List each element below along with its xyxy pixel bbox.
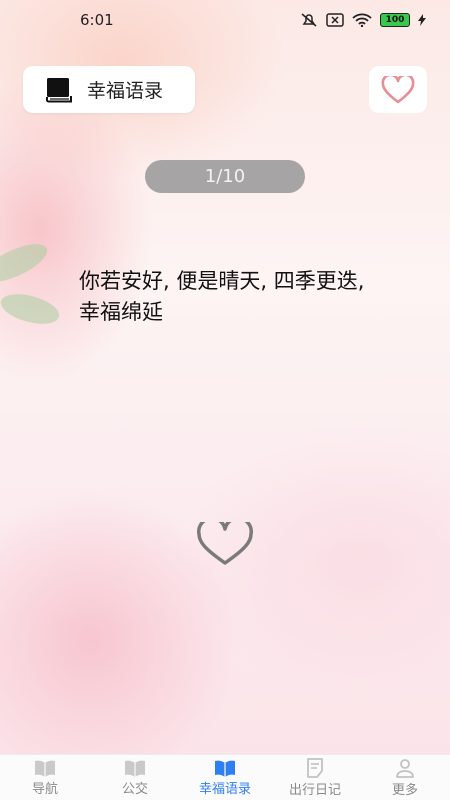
heart-outline-icon xyxy=(197,516,253,565)
book-open-icon xyxy=(215,760,235,777)
mute-icon xyxy=(301,13,317,27)
favorite-button[interactable] xyxy=(369,66,427,113)
tab-bus[interactable]: 公交 xyxy=(90,755,180,800)
bottom-tab-bar: 导航 公交 幸福语录 出行日记 更多 xyxy=(0,754,450,800)
tab-navigation[interactable]: 导航 xyxy=(0,755,90,800)
title-card[interactable]: 幸福语录 xyxy=(23,66,195,113)
note-icon xyxy=(307,757,323,778)
tab-label: 出行日记 xyxy=(288,782,341,798)
status-icons: 100 xyxy=(300,12,426,28)
book-open-icon xyxy=(125,760,145,777)
like-button[interactable] xyxy=(196,516,254,566)
tab-travel-diary[interactable]: 出行日记 xyxy=(270,755,360,800)
page-title: 幸福语录 xyxy=(87,80,164,102)
tab-label: 导航 xyxy=(31,781,58,797)
tab-label: 公交 xyxy=(121,781,148,797)
background xyxy=(0,0,450,800)
tab-label: 幸福语录 xyxy=(198,781,251,797)
tab-more[interactable]: 更多 xyxy=(360,755,450,800)
leaf-decoration xyxy=(0,236,53,290)
user-icon xyxy=(396,758,414,778)
leaf-decoration xyxy=(0,288,63,330)
sim-off-icon xyxy=(326,13,344,27)
heart-icon xyxy=(381,75,415,103)
book-icon xyxy=(46,77,72,102)
tab-happiness-quotes[interactable]: 幸福语录 xyxy=(180,755,270,800)
tab-label: 更多 xyxy=(391,782,418,798)
page-counter: 1/10 xyxy=(145,160,305,193)
book-open-icon xyxy=(35,760,55,777)
status-bar: 6:01 100 xyxy=(0,0,450,40)
wifi-icon xyxy=(352,13,372,27)
battery-icon: 100 xyxy=(380,13,410,27)
status-time: 6:01 xyxy=(80,11,114,29)
quote-text: 你若安好, 便是晴天, 四季更迭, 幸福绵延 xyxy=(79,269,365,324)
charging-icon xyxy=(418,14,426,26)
